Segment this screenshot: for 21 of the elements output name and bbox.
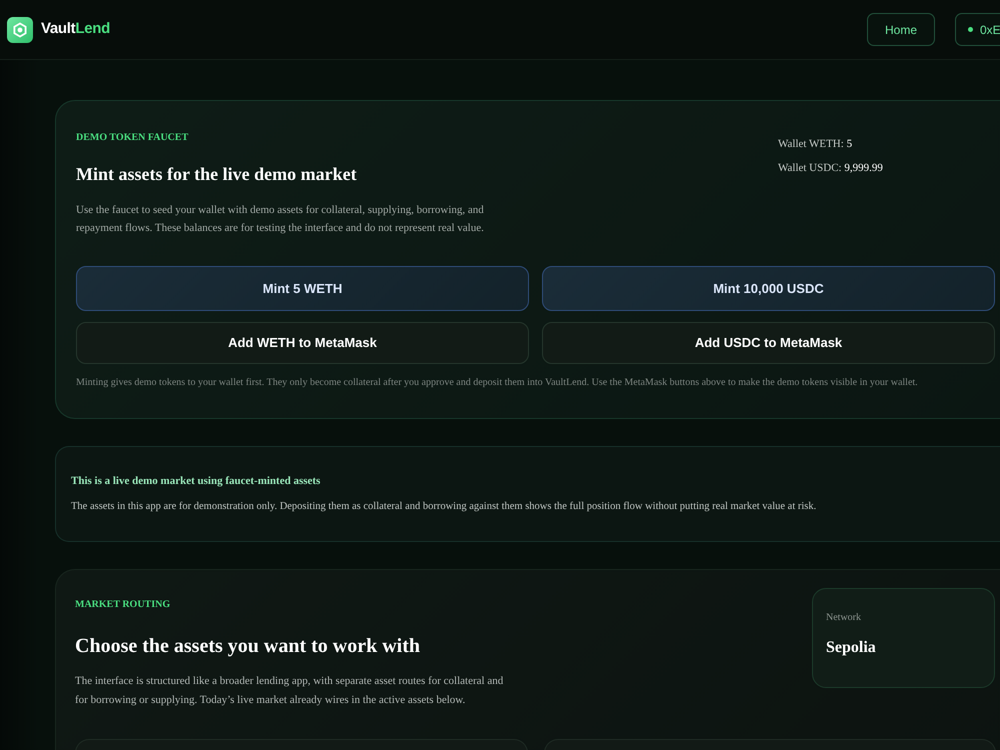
network-value: Sepolia — [826, 638, 877, 658]
action-button[interactable]: Add WETH to MetaMask — [76, 322, 529, 364]
wallet-button[interactable]: 0xE — [955, 13, 1000, 46]
wallet-balance: Wallet WETH: 5 — [778, 137, 854, 152]
wallet-balance: Wallet USDC: 9,999.99 — [778, 161, 884, 176]
section-description: The interface is structured like a broader lending app, with separate asset routes for collateral and for borrowing or supplying. Today’s live market already wires in the active assets below. — [75, 674, 504, 708]
section-description: Use the faucet to seed your wallet with demo assets for collateral, supplying, borrowing, and repayment flows. These balances are for testing the interface and do not represent real value. — [76, 203, 485, 236]
nav-link[interactable]: Home — [866, 13, 935, 46]
section-title: Mint assets for the live demo market — [76, 163, 358, 186]
notice-text: The assets in this app are for demonstration only. Depositing them as collateral and borrowing against them shows the full position flow without putting real market value at risk. — [71, 500, 818, 514]
network-label: Network — [826, 611, 862, 625]
section-eyebrow: MARKET ROUTING — [75, 598, 172, 612]
section-title: Choose the assets you want to work with — [75, 634, 422, 659]
notice-title: This is a live demo market using faucet-minted assets — [71, 474, 322, 489]
action-button[interactable]: Add USDC to MetaMask — [542, 322, 995, 364]
logo-icon — [7, 16, 33, 42]
section-eyebrow: DEMO TOKEN FAUCET — [76, 131, 190, 145]
action-button[interactable]: Mint 10,000 USDC — [542, 266, 995, 311]
action-button[interactable]: Mint 5 WETH — [76, 266, 529, 311]
faucet-note: Minting gives demo tokens to your wallet first. They only become collateral after you approve and deposit them into VaultLend. Use the MetaMask buttons above to make the demo tokens visible in your wallet. — [76, 376, 919, 390]
brand-name: VaultLend — [41, 19, 110, 40]
